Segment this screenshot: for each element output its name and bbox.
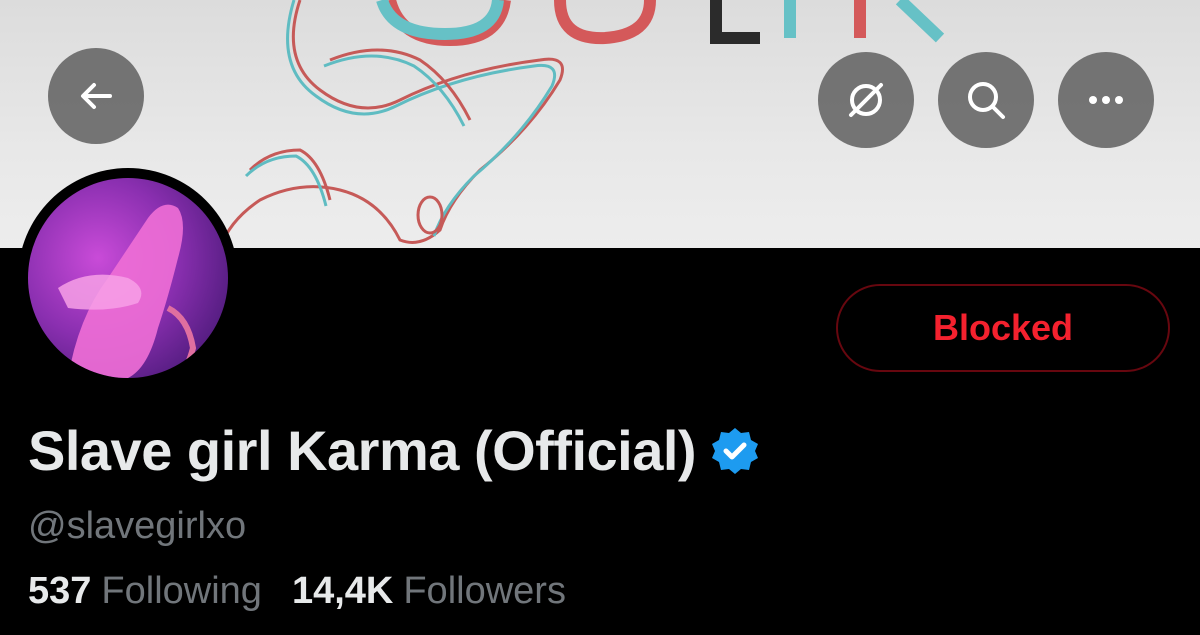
verified-badge-icon[interactable]: [710, 426, 760, 476]
arrow-left-icon: [81, 83, 112, 109]
slash-circle-icon: [849, 83, 883, 117]
display-name: Slave girl Karma (Official): [28, 419, 697, 482]
banner-letters: [376, 0, 945, 47]
avatar-artwork: [58, 204, 197, 378]
banner-hand-sketch: [218, 0, 564, 248]
profile-stats: 537 Following 14,4K Followers: [28, 570, 596, 613]
more-button[interactable]: [1058, 52, 1154, 148]
following-count: 537: [28, 570, 92, 612]
profile-handle: @slavegirlxo: [28, 505, 247, 547]
search-button[interactable]: [938, 52, 1034, 148]
more-horizontal-icon: [1089, 96, 1123, 104]
avatar-image: [28, 178, 228, 378]
following-label: Following: [101, 570, 262, 612]
back-button[interactable]: [48, 48, 144, 144]
followers-label: Followers: [403, 570, 566, 612]
grok-button[interactable]: [818, 52, 914, 148]
following-link[interactable]: 537 Following: [28, 570, 262, 613]
blocked-button[interactable]: Blocked: [836, 284, 1170, 372]
avatar[interactable]: [18, 168, 238, 388]
name-row: Slave girl Karma (Official): [28, 418, 760, 483]
followers-count: 14,4K: [291, 570, 394, 612]
search-icon: [968, 82, 1005, 119]
followers-link[interactable]: 14,4K Followers: [292, 570, 566, 613]
